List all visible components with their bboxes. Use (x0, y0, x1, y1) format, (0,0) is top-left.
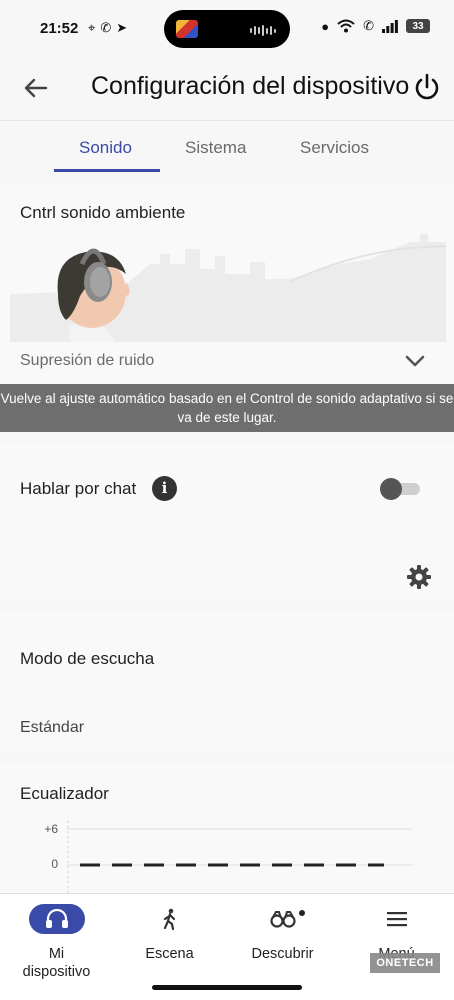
eq-tick-plus6: +6 (44, 822, 58, 836)
tab-sonido[interactable]: Sonido (79, 138, 132, 158)
signal-icon (382, 19, 398, 33)
hamburger-menu-icon (386, 912, 407, 927)
status-left-icons: ⌖ ✆ ➤ (88, 20, 127, 36)
audio-wave-icon (250, 25, 276, 36)
listening-mode-card[interactable]: Modo de escucha Estándar (0, 611, 454, 753)
equalizer-card: Ecualizador +6 0 (0, 763, 454, 893)
nav-item-scene[interactable]: Escena (113, 894, 226, 994)
nav-item-discover[interactable]: Descubrir (226, 894, 339, 994)
nav-icon-container (255, 904, 311, 934)
page-title: Configuración del dispositivo (91, 72, 410, 100)
nav-icon-container (142, 904, 198, 934)
speak-to-chat-toggle[interactable] (380, 478, 420, 500)
listening-mode-heading: Modo de escucha (20, 649, 155, 668)
nav-label-scene: Escena (145, 946, 194, 962)
speak-to-chat-label: Hablar por chat (20, 479, 137, 498)
tab-bar: Sonido Sistema Servicios (0, 120, 454, 178)
ambient-sound-illustration (10, 234, 446, 342)
battery-icon: 33 (406, 19, 430, 33)
nav-label-my-device: Mi dispositivo (0, 945, 113, 981)
app-bar: Configuración del dispositivo (0, 58, 454, 120)
status-right-icons: ● ✆ 33 (321, 18, 430, 34)
dynamic-island (164, 10, 290, 48)
binoculars-icon (269, 911, 296, 928)
notification-dot (299, 910, 305, 916)
tab-sistema[interactable]: Sistema (185, 138, 246, 158)
info-icon[interactable]: i (152, 476, 177, 501)
whatsapp-icon: ✆ (100, 20, 112, 35)
nav-item-my-device[interactable]: Mi dispositivo (0, 894, 113, 994)
ambient-mode-value: Supresión de ruido (20, 352, 155, 369)
toggle-knob (380, 478, 402, 500)
nav-label-line2: dispositivo (22, 964, 91, 980)
home-indicator[interactable] (152, 985, 302, 990)
chevron-down-icon[interactable] (404, 350, 426, 372)
active-tab-indicator (54, 169, 160, 172)
equalizer-heading: Ecualizador (20, 784, 109, 803)
walking-person-icon (163, 908, 175, 930)
wifi-icon (337, 19, 355, 33)
power-icon[interactable] (412, 72, 442, 102)
nav-item-menu[interactable]: Menú (340, 894, 453, 994)
album-art-icon (176, 20, 198, 38)
location-pin-icon: ● (321, 18, 330, 34)
nav-label-line1: Mi (48, 946, 65, 962)
bottom-navigation: Mi dispositivo Escena Descubrir (0, 893, 454, 1000)
onetech-watermark: ONETECH (370, 953, 440, 973)
equalizer-chart[interactable]: +6 0 (30, 821, 430, 893)
listening-mode-value: Estándar (20, 719, 85, 736)
status-time: 21:52 (40, 20, 79, 37)
gear-icon[interactable] (406, 564, 432, 590)
nav-icon-container (28, 904, 85, 934)
telegram-icon: ➤ (116, 20, 128, 35)
back-arrow-icon[interactable] (20, 72, 52, 104)
eq-tick-zero: 0 (51, 857, 58, 871)
headphones-icon (45, 909, 68, 928)
tab-servicios[interactable]: Servicios (300, 138, 369, 158)
status-bar: 21:52 ⌖ ✆ ➤ ● ✆ 33 (0, 0, 454, 58)
adaptive-sound-notice: Vuelve al ajuste automático basado en el… (0, 384, 454, 432)
nav-icon-container (369, 904, 425, 934)
location-target-icon: ⌖ (88, 20, 96, 35)
call-icon: ✆ (363, 18, 374, 33)
nav-label-discover: Descubrir (251, 946, 314, 962)
ambient-sound-card: Cntrl sonido ambiente Supresión de ruido… (0, 184, 454, 432)
ambient-sound-heading: Cntrl sonido ambiente (20, 203, 186, 222)
speak-to-chat-card: Hablar por chat i (0, 444, 454, 602)
